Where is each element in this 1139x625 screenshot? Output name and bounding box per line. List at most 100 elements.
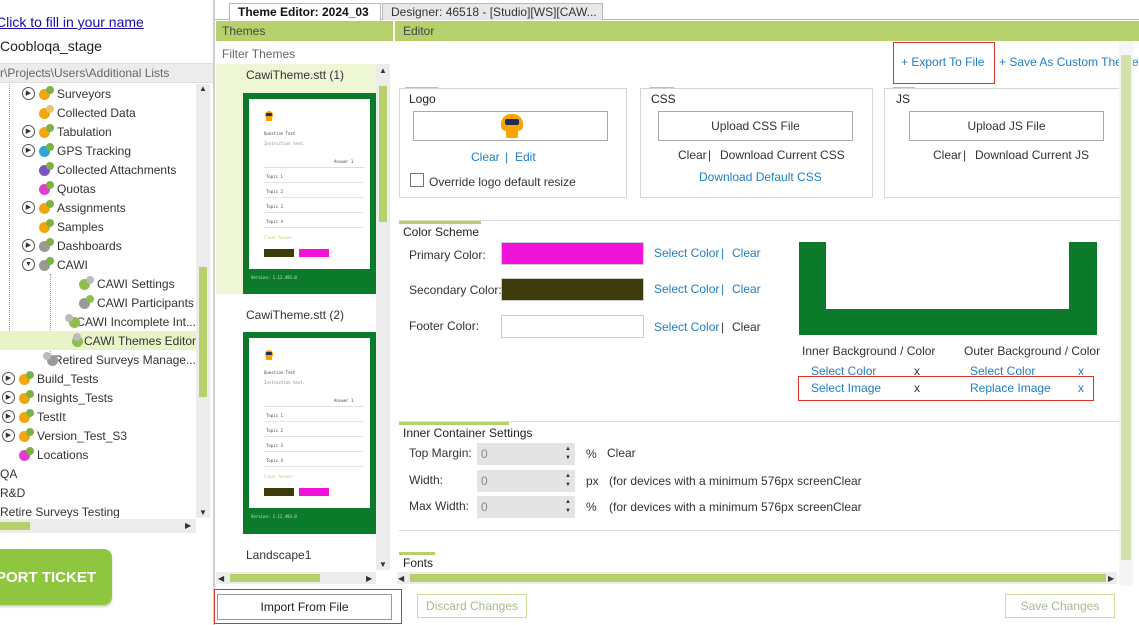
inner-select-image-link[interactable]: Select Image [811,381,881,395]
filter-themes-input[interactable]: Filter Themes [216,44,393,64]
save-as-custom-theme-link[interactable]: + Save As Custom Theme [999,55,1139,69]
primary-select-color-link[interactable]: Select Color [654,246,719,260]
max-width-clear-link[interactable]: Clear [833,500,862,514]
js-clear-link[interactable]: Clear [933,148,962,162]
logo-preview[interactable] [413,111,608,141]
inner-image-remove-icon[interactable]: x [914,381,920,395]
scroll-down-icon[interactable]: ▼ [379,560,387,569]
editor-scroll-thumb[interactable] [1121,55,1131,560]
stepper-arrows-icon[interactable]: ▲ ▼ [565,472,571,490]
themes-hscroll-thumb[interactable] [230,574,320,582]
outer-image-remove-icon[interactable]: x [1078,381,1084,395]
theme-item-3[interactable]: Landscape1 [216,544,376,570]
theme-thumbnail[interactable]: Question Text Instruction text. Answer 1… [243,93,376,294]
footer-color-swatch[interactable] [501,315,644,338]
download-current-css-link[interactable]: Download Current CSS [720,148,845,162]
tab-designer[interactable]: Designer: 46518 - [Studio][WS][CAW... [382,3,603,20]
tree-item[interactable]: ▶ Tabulation [0,122,196,141]
expand-toggle-icon[interactable]: ▶ [2,372,15,385]
tree-item[interactable]: ▶ Build_Tests [0,369,196,388]
expand-toggle-icon[interactable]: ▶ [2,429,15,442]
scroll-right-icon[interactable]: ▶ [1108,574,1114,583]
editor-hscroll-thumb[interactable] [410,574,1106,582]
top-margin-stepper[interactable]: 0 ▲ ▼ [477,443,575,465]
tab-strip: Theme Editor: 2024_03 Designer: 46518 - … [215,0,1139,21]
stepper-arrows-icon[interactable]: ▲ ▼ [565,445,571,463]
scroll-up-icon[interactable]: ▲ [199,84,207,93]
expand-toggle-icon[interactable]: ▶ [2,410,15,423]
secondary-color-swatch[interactable] [501,278,644,301]
preview-answer: Answer 1 [334,398,354,403]
support-ticket-button[interactable]: PORT TICKET [0,549,112,605]
import-from-file-button[interactable]: Import From File [217,594,392,620]
tree-item[interactable]: ▶ Version_Test_S3 [0,426,196,445]
scroll-left-icon[interactable]: ◀ [218,574,224,583]
tree-item[interactable]: CAWI Participants [0,293,196,312]
color-scheme-title: Color Scheme [403,225,480,239]
tree-hscroll-thumb[interactable] [0,522,30,530]
upload-css-button[interactable]: Upload CSS File [658,111,853,141]
tab-theme-editor[interactable]: Theme Editor: 2024_03 [229,3,381,21]
discard-changes-button[interactable]: Discard Changes [417,594,527,618]
expand-toggle-icon[interactable]: ▶ [22,87,35,100]
tree-item[interactable]: QA [0,464,196,483]
upload-js-button[interactable]: Upload JS File [909,111,1104,141]
primary-color-swatch[interactable] [501,242,644,265]
logo-edit-link[interactable]: Edit [515,150,536,164]
tree-item[interactable]: Locations [0,445,196,464]
expand-toggle-icon[interactable]: ▶ [2,391,15,404]
tree-scroll-thumb[interactable] [199,267,207,397]
tree-item[interactable]: CAWI Incomplete Int... [0,312,196,331]
width-stepper[interactable]: 0 ▲ ▼ [477,470,575,492]
tree-item[interactable]: CAWI Settings [0,274,196,293]
outer-replace-image-link[interactable]: Replace Image [970,381,1051,395]
logo-clear-link[interactable]: Clear [471,150,500,164]
tree-item[interactable]: ▶ Surveyors [0,84,196,103]
panel-divider[interactable] [213,0,215,625]
top-margin-clear-link[interactable]: Clear [607,446,636,460]
tree-item[interactable]: Collected Data [0,103,196,122]
export-to-file-link[interactable]: + Export To File [901,55,984,69]
expand-toggle-icon[interactable]: ▶ [22,201,35,214]
download-current-js-link[interactable]: Download Current JS [975,148,1089,162]
override-logo-checkbox[interactable] [410,173,424,187]
tree-item-icon [42,351,59,368]
tree-item[interactable]: CAWI Themes Editor [0,331,196,350]
tree-item[interactable]: Quotas [0,179,196,198]
scroll-left-icon[interactable]: ◀ [398,574,404,583]
css-clear-link[interactable]: Clear [678,148,707,162]
scroll-up-icon[interactable]: ▲ [379,66,387,75]
secondary-select-color-link[interactable]: Select Color [654,282,719,296]
theme-thumbnail[interactable]: Question Text Instruction text. Answer 1… [243,332,376,534]
max-width-stepper[interactable]: 0 ▲ ▼ [477,496,575,518]
tree-item[interactable]: ▶ Insights_Tests [0,388,196,407]
tree-item[interactable]: ▶ GPS Tracking [0,141,196,160]
tree-item[interactable]: ▶ TestIt [0,407,196,426]
theme-item-2[interactable]: CawiTheme.stt (2) [216,304,376,332]
tree-item[interactable]: Samples [0,217,196,236]
expand-toggle-icon[interactable]: ▶ [22,125,35,138]
save-changes-button[interactable]: Save Changes [1005,594,1115,618]
scroll-right-icon[interactable]: ▶ [185,521,191,530]
expand-toggle-icon[interactable]: ▶ [22,239,35,252]
themes-scroll-thumb[interactable] [379,86,387,222]
tree-item[interactable]: Collected Attachments [0,160,196,179]
tree-item[interactable]: Retired Surveys Manage... [0,350,196,369]
expand-toggle-icon[interactable]: ▼ [22,258,35,271]
width-clear-link[interactable]: Clear [833,474,862,488]
tree-item[interactable]: Retire Surveys Testing [0,502,196,519]
scroll-down-icon[interactable]: ▼ [199,508,207,517]
footer-select-color-link[interactable]: Select Color [654,320,719,334]
tree-item[interactable]: ▶ Assignments [0,198,196,217]
secondary-clear-link[interactable]: Clear [732,282,761,296]
scroll-right-icon[interactable]: ▶ [366,574,372,583]
tree-item[interactable]: ▼ CAWI [0,255,196,274]
tree-item[interactable]: ▶ Dashboards [0,236,196,255]
stepper-arrows-icon[interactable]: ▲ ▼ [565,498,571,516]
footer-clear-link[interactable]: Clear [732,320,761,334]
fill-name-link[interactable]: Click to fill in your name [0,14,144,30]
expand-toggle-icon[interactable]: ▶ [22,144,35,157]
primary-clear-link[interactable]: Clear [732,246,761,260]
download-default-css-link[interactable]: Download Default CSS [699,170,822,184]
tree-item[interactable]: R&D [0,483,196,502]
